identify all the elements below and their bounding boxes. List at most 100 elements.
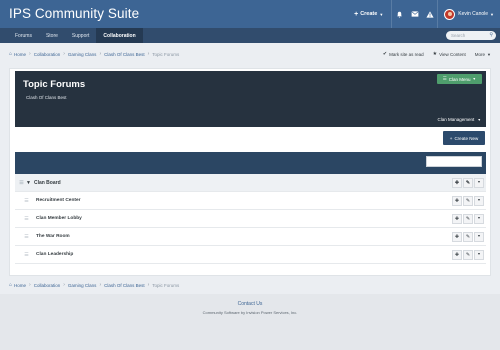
collapse-arrow-icon[interactable]: ▼: [26, 180, 31, 186]
breadcrumb-clan[interactable]: › Clash Of Clans Best: [96, 282, 144, 288]
avatar: [444, 8, 456, 20]
breadcrumb-label: Home: [14, 51, 27, 57]
edit-pencil-icon[interactable]: ✎: [463, 178, 473, 188]
clan-subtitle[interactable]: Clash Of Clans Best: [26, 95, 67, 100]
notifications-bell-icon[interactable]: [392, 11, 407, 18]
chevron-right-icon: ›: [99, 282, 102, 288]
drag-handle-icon[interactable]: ☰: [22, 216, 31, 222]
edit-pencil-icon[interactable]: ✎: [463, 232, 473, 242]
add-icon[interactable]: ✚: [452, 232, 462, 242]
drag-handle-icon[interactable]: ☰: [17, 180, 26, 186]
category-label: Clan Board: [33, 179, 61, 186]
forum-label[interactable]: Clan Member Lobby: [36, 216, 82, 221]
nav-tabs: Forums Store Support Collaboration: [8, 28, 143, 43]
page-actions: ✔ Mark site as read ★ View Content More ▼: [374, 46, 493, 62]
home-icon: ⌂: [9, 282, 13, 288]
caret-down-icon[interactable]: ▼: [474, 196, 484, 206]
view-content-button[interactable]: ★ View Content: [433, 51, 466, 57]
clan-management-menu[interactable]: Clan Management ▼: [437, 117, 481, 122]
forum-label[interactable]: The War Room: [36, 234, 70, 239]
list-item[interactable]: ☰ Recruitment Center ✚ ✎ ▼: [15, 192, 486, 210]
breadcrumb-current: › Topic Forums: [145, 282, 180, 288]
forum-label[interactable]: Clan Leadership: [36, 252, 73, 257]
search-icon[interactable]: ⚲: [489, 31, 493, 40]
check-icon: ✔: [382, 51, 388, 57]
home-icon: ⌂: [9, 51, 13, 57]
list-item[interactable]: ☰ The War Room ✚ ✎ ▼: [15, 228, 486, 246]
drag-handle-icon[interactable]: ☰: [22, 234, 31, 240]
caret-down-icon[interactable]: ▼: [474, 214, 484, 224]
messages-envelope-icon[interactable]: [407, 11, 422, 17]
copyright-text[interactable]: Community Software by Invision Power Ser…: [0, 310, 500, 315]
breadcrumb-current: › Topic Forums: [145, 51, 180, 57]
breadcrumb-collaboration[interactable]: › Collaboration: [26, 51, 60, 57]
breadcrumb-home[interactable]: ⌂ Home: [9, 282, 26, 288]
user-bar: + Create ▼ Kevin Canole ▼: [354, 0, 500, 28]
row-controls: ✚ ✎ ▼: [451, 232, 484, 242]
site-title[interactable]: IPS Community Suite: [9, 6, 139, 21]
category-row[interactable]: ☰ ▼ Clan Board ✚ ✎ ▼: [15, 174, 486, 192]
breadcrumb-clan[interactable]: › Clash Of Clans Best: [96, 51, 144, 57]
breadcrumb-collaboration[interactable]: › Collaboration: [26, 282, 60, 288]
caret-down-icon[interactable]: ▼: [474, 178, 484, 188]
chevron-right-icon: ›: [63, 282, 65, 288]
list-item[interactable]: ☰ Clan Leadership ✚ ✎ ▼: [15, 246, 486, 264]
chevron-right-icon: ›: [29, 282, 31, 288]
caret-down-icon: ▼: [477, 118, 481, 122]
breadcrumb-bottom: ⌂ Home › Collaboration › Gaming Clans › Clas…: [9, 279, 179, 291]
page-title: Topic Forums: [23, 79, 86, 90]
edit-pencil-icon[interactable]: ✎: [463, 250, 473, 260]
forum-label[interactable]: Recruitment Center: [36, 198, 81, 203]
breadcrumb-label: Topic Forums: [152, 51, 180, 57]
contact-link[interactable]: Contact Us: [0, 301, 500, 307]
tab-forums[interactable]: Forums: [8, 28, 39, 43]
tab-support[interactable]: Support: [65, 28, 97, 43]
drag-handle-icon[interactable]: ☰: [22, 252, 31, 258]
clan-header: Topic Forums Clash Of Clans Best ☰ Clan …: [15, 71, 486, 127]
add-icon[interactable]: ✚: [452, 214, 462, 224]
mark-read-button[interactable]: ✔ Mark site as read: [383, 51, 424, 57]
table-header: [15, 152, 486, 174]
main-panel: Topic Forums Clash Of Clans Best ☰ Clan …: [9, 68, 491, 276]
clan-management-label: Clan Management: [437, 117, 475, 122]
caret-down-icon: ▼: [379, 11, 384, 17]
edit-pencil-icon[interactable]: ✎: [463, 196, 473, 206]
create-new-button[interactable]: + Create New: [443, 131, 485, 145]
user-name: Kevin Canole: [458, 11, 489, 17]
filter-input[interactable]: [426, 156, 482, 167]
menu-icon: ☰: [442, 76, 447, 81]
view-content-label: View Content: [439, 51, 466, 57]
add-icon[interactable]: ✚: [452, 178, 462, 188]
warning-icon[interactable]: [422, 10, 437, 18]
breadcrumb-label: Clash Of Clans Best: [104, 51, 145, 57]
caret-down-icon[interactable]: ▼: [474, 232, 484, 242]
edit-pencil-icon[interactable]: ✎: [463, 214, 473, 224]
breadcrumb-gaming-clans[interactable]: › Gaming Clans: [60, 282, 96, 288]
create-button[interactable]: + Create ▼: [354, 11, 383, 18]
chevron-right-icon: ›: [63, 51, 65, 57]
chevron-right-icon: ›: [147, 282, 150, 288]
breadcrumb: ⌂ Home › Collaboration › Gaming Clans › Clas…: [9, 46, 493, 62]
tab-store[interactable]: Store: [39, 28, 65, 43]
chevron-right-icon: ›: [29, 51, 31, 57]
forum-table: ☰ ▼ Clan Board ✚ ✎ ▼ ☰ Recruitment Cente…: [15, 152, 486, 264]
plus-icon: +: [354, 10, 359, 18]
row-controls: ✚ ✎ ▼: [451, 196, 484, 206]
tab-collaboration[interactable]: Collaboration: [96, 28, 143, 43]
breadcrumb-label: Clash Of Clans Best: [104, 282, 145, 288]
search-input[interactable]: Search ⚲: [446, 31, 496, 40]
caret-down-icon[interactable]: ▼: [474, 250, 484, 260]
add-icon[interactable]: ✚: [452, 196, 462, 206]
chevron-right-icon: ›: [147, 51, 150, 57]
drag-handle-icon[interactable]: ☰: [22, 198, 31, 204]
add-icon[interactable]: ✚: [452, 250, 462, 260]
breadcrumb-home[interactable]: ⌂ Home: [9, 51, 26, 57]
user-menu[interactable]: Kevin Canole ▼: [444, 8, 494, 20]
plus-icon: +: [449, 135, 453, 141]
clan-menu-button[interactable]: ☰ Clan Menu ▼: [436, 74, 482, 84]
breadcrumb-label: Collaboration: [33, 282, 61, 288]
breadcrumb-gaming-clans[interactable]: › Gaming Clans: [60, 51, 96, 57]
list-item[interactable]: ☰ Clan Member Lobby ✚ ✎ ▼: [15, 210, 486, 228]
more-button[interactable]: More ▼: [475, 52, 493, 57]
row-controls: ✚ ✎ ▼: [451, 250, 484, 260]
